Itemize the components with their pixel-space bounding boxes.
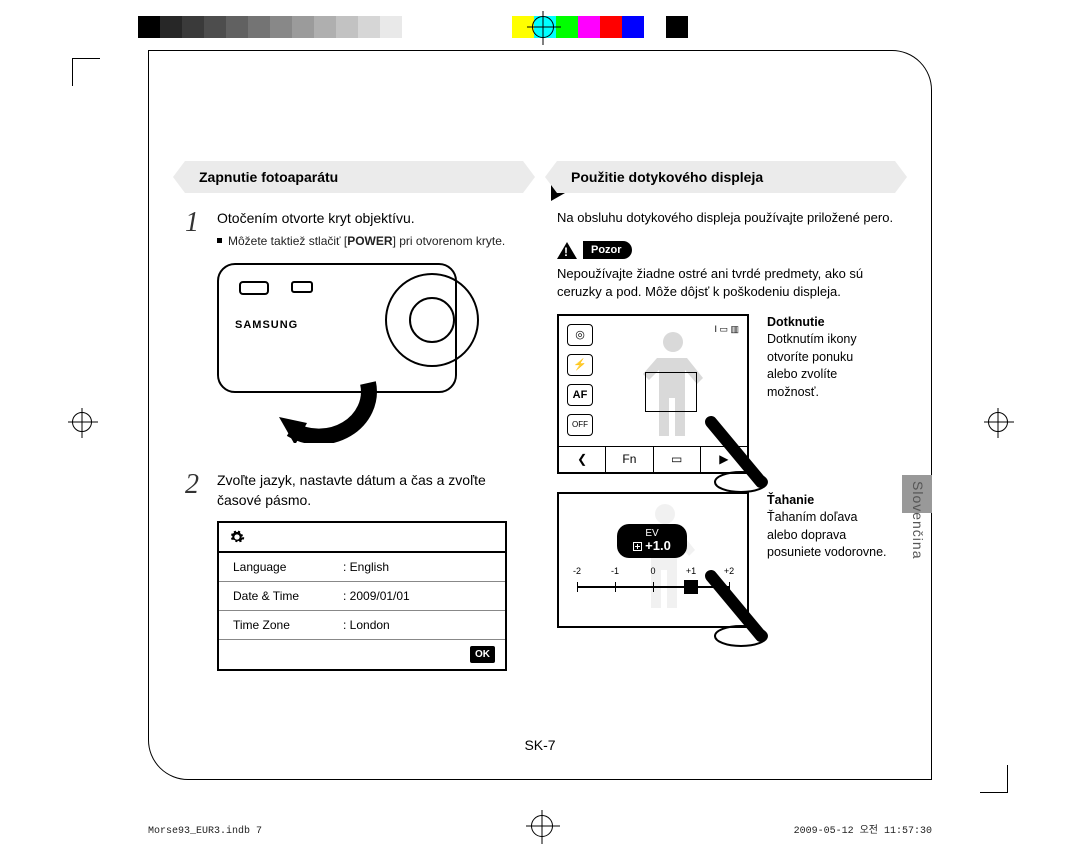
touch-example: I ▭ ▥ ◎ ⚡ AF OFF ❮ Fn ▭ ▶ [557,314,895,474]
registration-mark-right [988,412,1008,432]
menu-row-language: Language : English [219,553,505,582]
touch-description: Dotknutie Dotknutím ikony otvoríte ponuk… [767,314,887,402]
step-2-title: Zvoľte jazyk, nastavte dátum a čas a zvo… [217,471,523,510]
registration-mark-bottom [531,815,553,837]
warning-triangle-icon [557,242,577,259]
imprint-file: Morse93_EUR3.indb 7 [148,826,262,837]
ribbon-power-on: Zapnutie fotoaparátu [185,161,523,193]
camera-brand: SAMSUNG [235,319,298,331]
page-number: SK-7 [524,737,555,753]
drag-example: EV +1.0 -2 -1 0 +1 +2 [557,492,895,628]
status-indicators: I ▭ ▥ [714,324,739,335]
step-1-title: Otočením otvorte kryt objektívu. [217,209,523,229]
step-2-number: 2 [185,471,207,510]
imprint-timestamp: 2009-05-12 오전 11:57:30 [794,821,932,837]
touch-intro: Na obsluhu dotykového displeja používajt… [557,209,895,227]
menu-row-datetime: Date & Time : 2009/01/01 [219,582,505,611]
mode-icon: ◎ [567,324,593,346]
disp-button: ▭ [654,447,701,472]
step-2: 2 Zvoľte jazyk, nastavte dátum a čas a z… [185,471,523,510]
left-column: Zapnutie fotoaparátu 1 Otočením otvorte … [185,161,523,671]
step-1: 1 Otočením otvorte kryt objektívu. Môžet… [185,209,523,249]
right-column: Použitie dotykového displeja Na obsluhu … [557,161,895,671]
menu-row-timezone: Time Zone : London [219,611,505,640]
registration-mark-left [72,412,92,432]
focus-frame [645,372,697,412]
crop-mark-tl [72,58,100,86]
print-color-bar [138,16,688,38]
ribbon-title: Zapnutie fotoaparátu [199,169,338,185]
stylus-icon [701,566,771,656]
ev-thumb [684,580,698,594]
settings-menu-illustration: Language : English Date & Time : 2009/01… [217,521,507,671]
drag-screen-illustration: EV +1.0 -2 -1 0 +1 +2 [557,492,749,628]
af-icon: AF [567,384,593,406]
registration-mark-top [532,16,554,38]
drag-description: Ťahanie Ťahaním doľava alebo doprava pos… [767,492,887,562]
crop-mark-br [980,765,1008,793]
language-tab: Slovenčina [902,475,932,605]
back-button: ❮ [559,447,606,472]
fn-button: Fn [606,447,653,472]
caution-label: Pozor [583,241,632,259]
ev-icon [633,542,642,551]
gear-icon [229,529,245,545]
ribbon-title: Použitie dotykového displeja [571,169,763,185]
step-1-number: 1 [185,209,207,249]
stylus-icon [701,412,771,502]
ev-badge: EV +1.0 [617,524,687,558]
page-frame: Zapnutie fotoaparátu 1 Otočením otvorte … [148,50,932,780]
off-icon: OFF [567,414,593,436]
ribbon-touchscreen: Použitie dotykového displeja [557,161,895,193]
ok-button-graphic: OK [470,646,495,663]
touch-screen-illustration: I ▭ ▥ ◎ ⚡ AF OFF ❮ Fn ▭ ▶ [557,314,749,474]
flash-icon: ⚡ [567,354,593,376]
caution-text: Nepoužívajte žiadne ostré ani tvrdé pred… [557,265,895,301]
caution-badge: Pozor [557,241,895,259]
camera-illustration: SAMSUNG [217,257,507,457]
rotate-arrow-icon [273,373,383,443]
step-1-bullet: Môžete taktiež stlačiť [POWER] pri otvor… [217,233,523,250]
